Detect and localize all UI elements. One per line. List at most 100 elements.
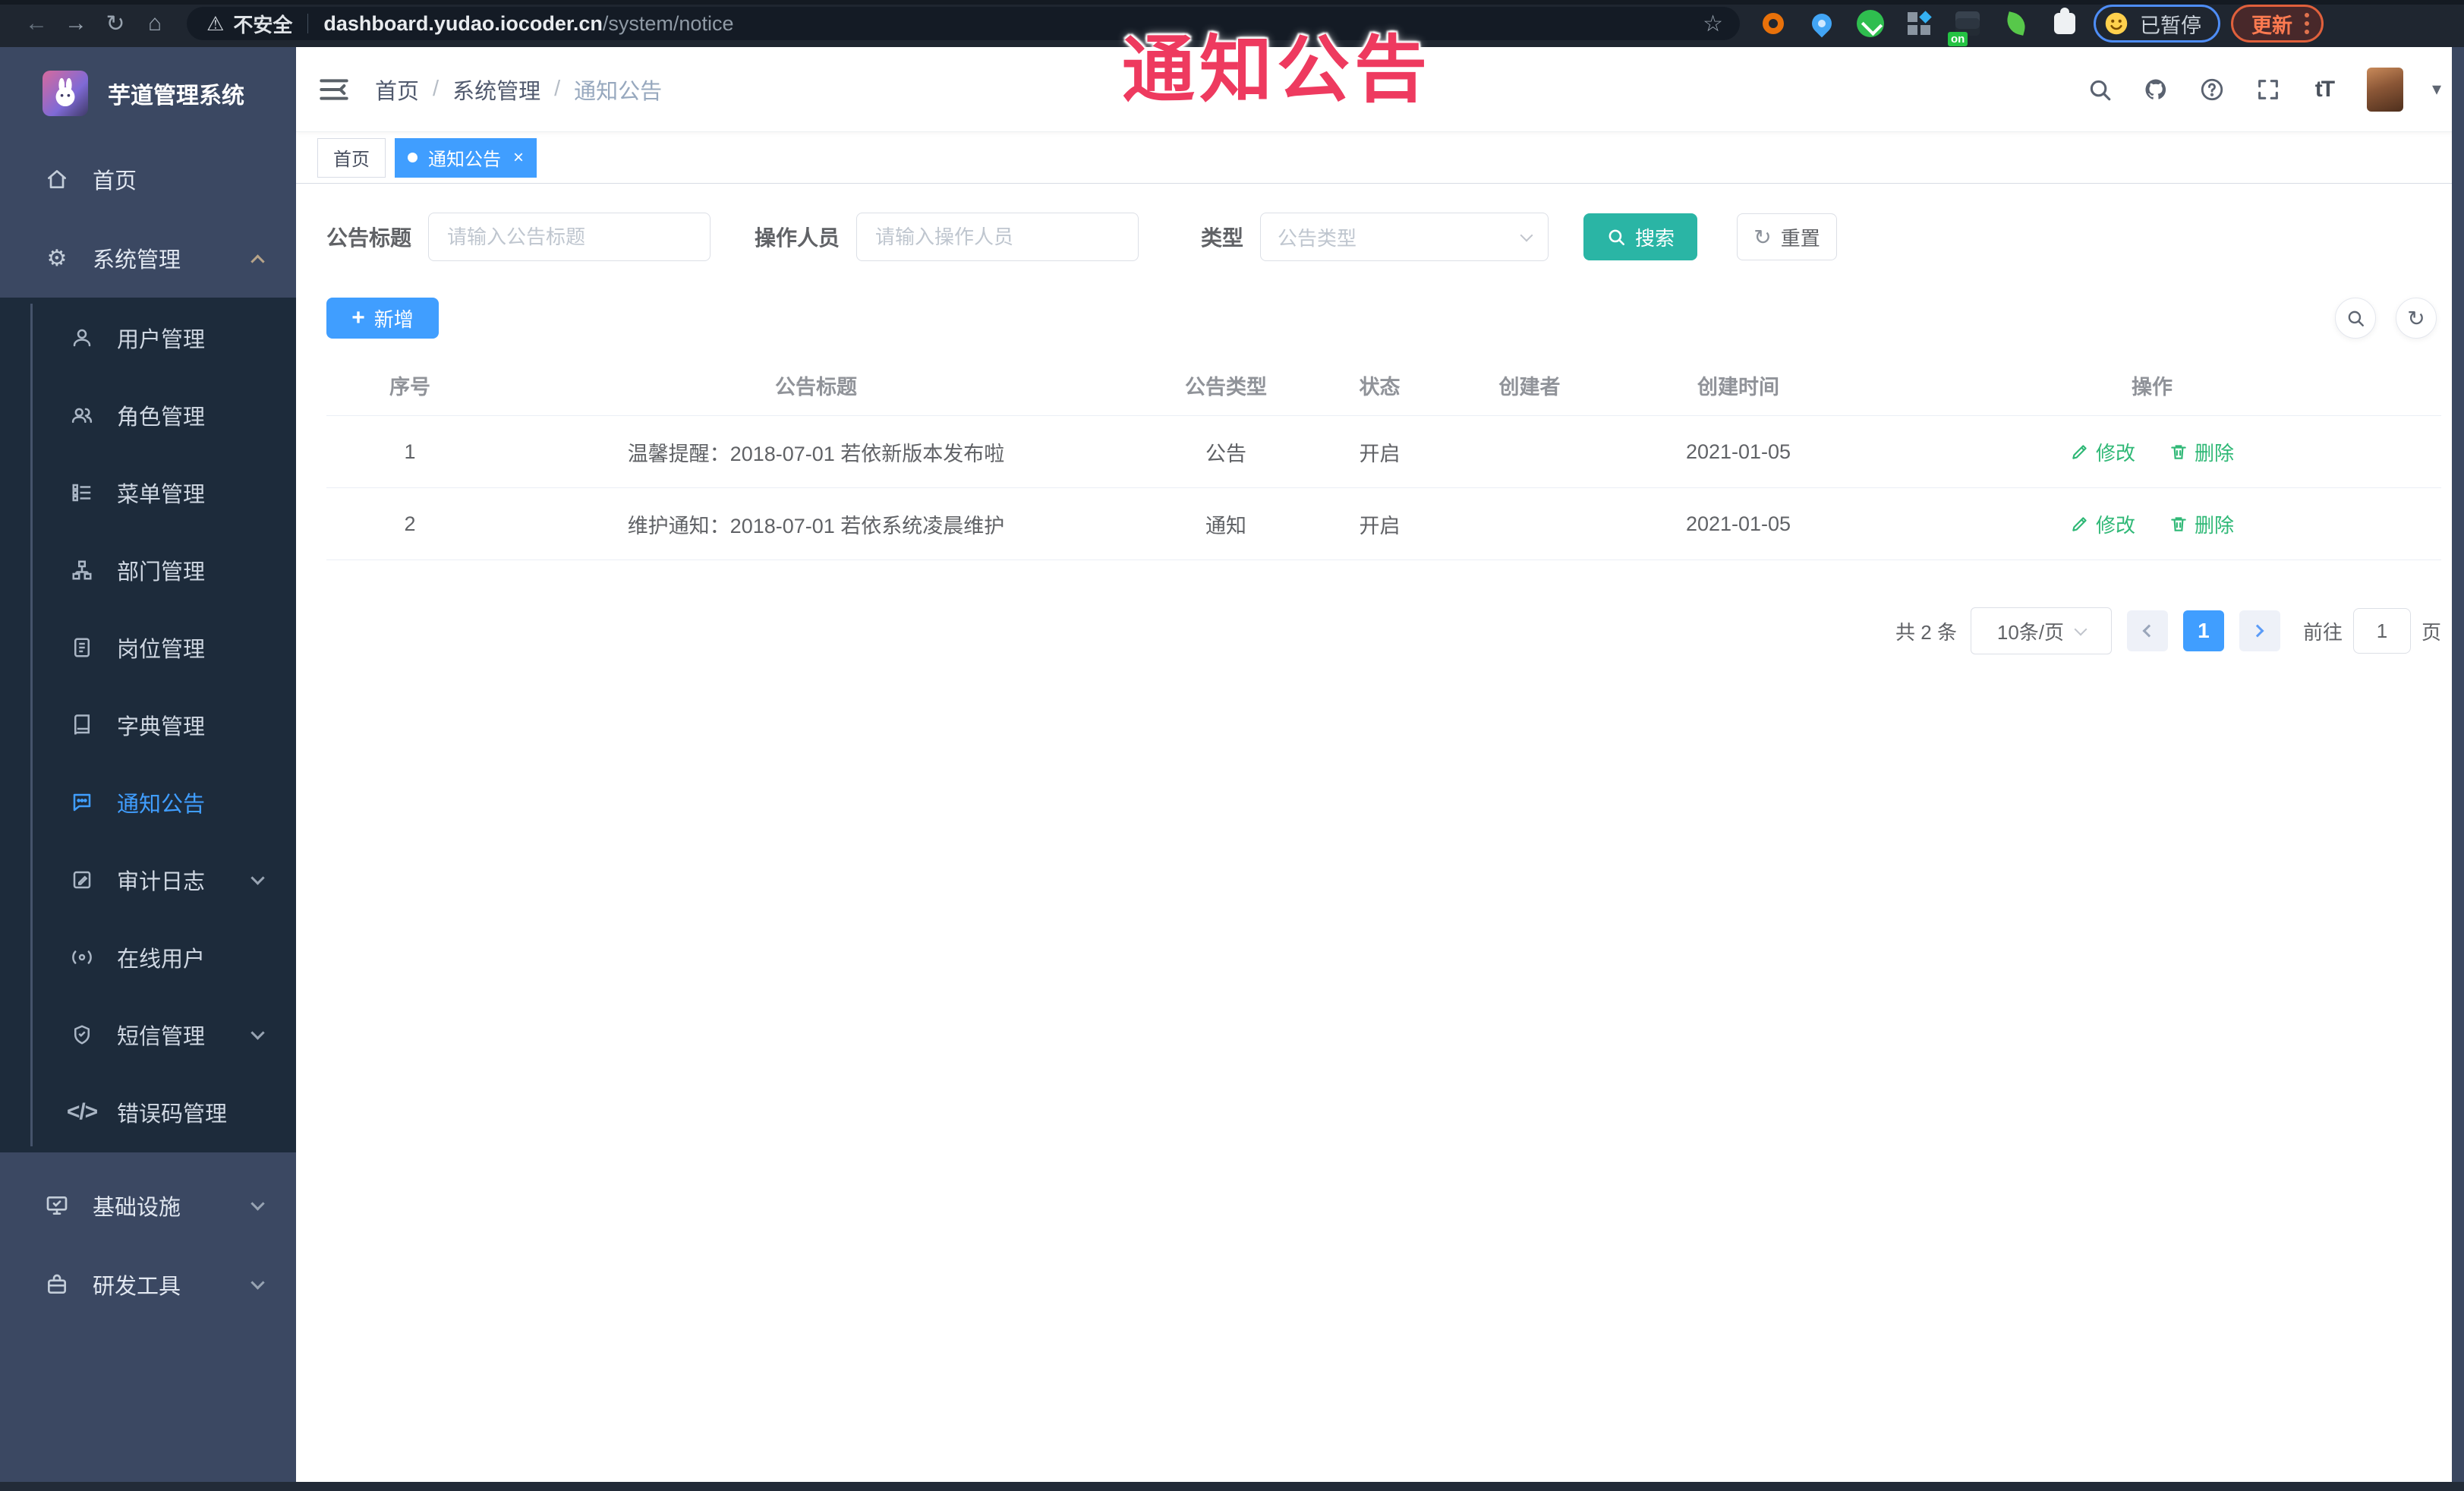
close-tab-icon[interactable]: × xyxy=(513,147,524,169)
edit-pencil-icon xyxy=(2072,445,2087,459)
tag-views-bar: 首页 通知公告 × xyxy=(296,132,2464,184)
window-scrollbar[interactable] xyxy=(2452,47,2464,1491)
browser-home-icon[interactable]: ⌂ xyxy=(135,11,175,36)
app-logo[interactable]: 芋道管理系统 xyxy=(0,47,296,140)
row-type: 公告 xyxy=(1205,442,1246,465)
sidebar-item-users[interactable]: 用户管理 xyxy=(0,299,296,377)
next-page-button[interactable] xyxy=(2239,610,2280,651)
row-status: 开启 xyxy=(1359,514,1401,537)
goto-label: 前往 xyxy=(2302,620,2343,644)
operator-input[interactable] xyxy=(856,213,1139,261)
browser-menu-kebab-icon[interactable] xyxy=(2305,13,2309,34)
prev-page-button[interactable] xyxy=(2126,610,2168,651)
page-unit-label: 页 xyxy=(2421,620,2441,644)
sidebar-item-dictionary[interactable]: 字典管理 xyxy=(0,686,296,764)
github-icon[interactable] xyxy=(2142,76,2169,103)
sidebar-item-menus[interactable]: 菜单管理 xyxy=(0,454,296,531)
sidebar: 芋道管理系统 首页 ⚙ 系统管理 用户管理 角色管理 菜单管理 部门管理 岗位管… xyxy=(0,47,296,1491)
chevron-right-icon xyxy=(2251,624,2264,638)
col-actions: 操作 xyxy=(2132,376,2173,399)
font-size-icon[interactable]: tT xyxy=(2311,76,2338,103)
avatar[interactable] xyxy=(2366,67,2403,112)
rabbit-logo-icon xyxy=(55,77,75,107)
org-tree-icon xyxy=(70,558,94,582)
security-label[interactable]: 不安全 xyxy=(233,10,292,38)
extension-green-check-icon[interactable] xyxy=(1855,8,1886,39)
browser-reload-icon[interactable]: ↻ xyxy=(96,11,135,37)
address-bar[interactable]: ⚠ 不安全 dashboard.yudao.iocoder.cn /system… xyxy=(187,7,1740,40)
col-status: 状态 xyxy=(1359,376,1401,399)
search-button[interactable]: 搜索 xyxy=(1583,213,1698,260)
breadcrumb-system[interactable]: 系统管理 xyxy=(452,74,540,106)
tab-home[interactable]: 首页 xyxy=(317,137,386,178)
search-icon[interactable] xyxy=(2086,76,2113,103)
col-type: 公告类型 xyxy=(1185,376,1267,399)
sidebar-item-roles[interactable]: 角色管理 xyxy=(0,377,296,454)
fullscreen-icon[interactable] xyxy=(2254,76,2282,103)
add-button[interactable]: + 新增 xyxy=(326,298,439,339)
paused-label: 已暂停 xyxy=(2140,14,2201,37)
extension-pin-icon[interactable] xyxy=(1807,8,1837,39)
sidebar-item-departments[interactable]: 部门管理 xyxy=(0,531,296,609)
browser-forward-icon[interactable]: → xyxy=(56,11,96,36)
notice-title-input[interactable] xyxy=(428,213,711,261)
sidebar-item-posts[interactable]: 岗位管理 xyxy=(0,609,296,686)
extensions-puzzle-icon[interactable] xyxy=(2050,8,2080,39)
sidebar-item-audit-log[interactable]: 审计日志 xyxy=(0,841,296,919)
extension-leaf-icon[interactable] xyxy=(2001,8,2031,39)
sidebar-item-online-users[interactable]: 在线用户 xyxy=(0,919,296,996)
toggle-search-button[interactable] xyxy=(2335,298,2376,339)
row-seq: 2 xyxy=(404,512,416,535)
delete-link[interactable]: 删除 xyxy=(2169,510,2234,538)
log-edit-icon xyxy=(70,868,94,892)
refresh-table-button[interactable]: ↻ xyxy=(2396,298,2437,339)
tab-notice[interactable]: 通知公告 × xyxy=(395,137,537,178)
app-title: 芋道管理系统 xyxy=(108,84,244,109)
notice-table: 序号 公告标题 公告类型 状态 创建者 创建时间 操作 1 温馨提醒：2018-… xyxy=(326,355,2441,560)
browser-back-icon[interactable]: ← xyxy=(17,11,56,36)
edit-link[interactable]: 修改 xyxy=(2070,438,2135,466)
extension-icons: on xyxy=(1758,8,2080,46)
smiley-emoji-icon xyxy=(2105,12,2128,35)
url-path: /system/notice xyxy=(602,11,734,35)
browser-update-button[interactable]: 更新 xyxy=(2231,5,2324,43)
profile-paused-chip[interactable]: 已暂停 xyxy=(2094,5,2220,43)
current-page-button[interactable]: 1 xyxy=(2182,610,2224,651)
sidebar-item-infrastructure[interactable]: 基础设施 xyxy=(0,1166,296,1245)
delete-link[interactable]: 删除 xyxy=(2169,438,2234,466)
edit-link[interactable]: 修改 xyxy=(2070,510,2135,538)
notice-type-select[interactable]: 公告类型 xyxy=(1260,213,1549,261)
goto-page-input[interactable] xyxy=(2352,608,2411,654)
chevron-down-icon xyxy=(250,870,265,885)
monitor-icon xyxy=(44,1193,70,1218)
sidebar-item-dev-tools[interactable]: 研发工具 xyxy=(0,1245,296,1324)
breadcrumb: 首页 / 系统管理 / 通知公告 xyxy=(375,74,662,106)
sidebar-item-system[interactable]: ⚙ 系统管理 xyxy=(0,219,296,298)
reset-button[interactable]: ↻ 重置 xyxy=(1737,213,1838,260)
sidebar-toggle-icon[interactable] xyxy=(319,77,349,102)
tree-table-icon xyxy=(70,481,94,505)
sidebar-item-sms[interactable]: 短信管理 xyxy=(0,996,296,1073)
home-icon xyxy=(44,166,70,192)
extension-database-icon[interactable]: on xyxy=(1948,8,1983,46)
sidebar-item-error-codes[interactable]: </> 错误码管理 xyxy=(0,1073,296,1151)
edit-pencil-icon xyxy=(2072,517,2087,531)
breadcrumb-home[interactable]: 首页 xyxy=(375,74,419,106)
page-size-select[interactable]: 10条/页 xyxy=(1970,607,2112,654)
search-icon xyxy=(1609,229,1625,246)
sidebar-item-home[interactable]: 首页 xyxy=(0,140,296,219)
system-submenu: 用户管理 角色管理 菜单管理 部门管理 岗位管理 字典管理 通知公告 审计日志 … xyxy=(0,298,296,1152)
avatar-caret-icon[interactable]: ▾ xyxy=(2432,78,2441,100)
table-header-row: 序号 公告标题 公告类型 状态 创建者 创建时间 操作 xyxy=(326,355,2441,416)
sidebar-item-notice[interactable]: 通知公告 xyxy=(0,764,296,841)
extension-tiles-icon[interactable] xyxy=(1904,8,1934,39)
extension-orange-ring-icon[interactable] xyxy=(1758,8,1788,39)
table-row: 1 温馨提醒：2018-07-01 若依新版本发布啦 公告 开启 2021-01… xyxy=(326,416,2441,488)
security-warning-icon: ⚠ xyxy=(206,11,225,35)
trash-icon xyxy=(2171,517,2186,531)
chevron-down-icon xyxy=(2074,623,2087,635)
row-created-time: 2021-01-05 xyxy=(1685,512,1791,535)
help-icon[interactable] xyxy=(2198,76,2226,103)
table-toolbar: + 新增 ↻ xyxy=(326,298,2441,339)
bookmark-star-icon[interactable]: ☆ xyxy=(1703,11,1723,37)
